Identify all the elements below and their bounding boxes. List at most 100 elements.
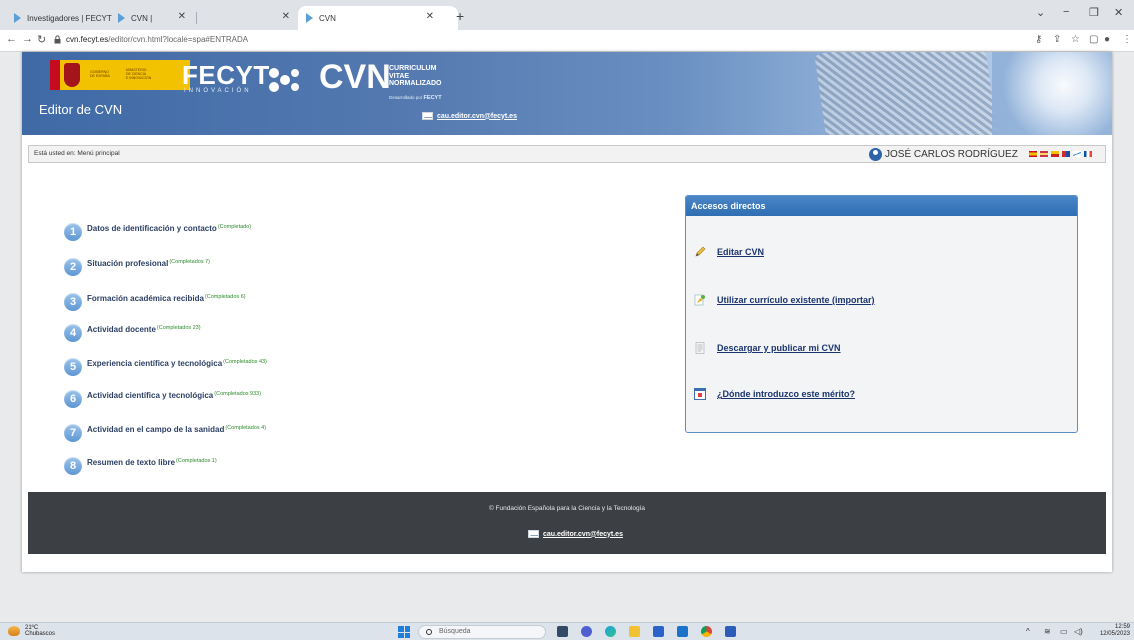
cvn-sub-line: CURRICULUM xyxy=(389,65,437,72)
number-4-icon: 4 xyxy=(64,324,82,342)
url-domain: cvn.fecyt.es xyxy=(66,35,109,44)
import-icon xyxy=(694,294,705,306)
user-avatar-icon xyxy=(869,148,882,161)
windows-start-icon[interactable] xyxy=(398,626,410,638)
menu-item-label[interactable]: Actividad en el campo de la sanidad xyxy=(87,425,224,434)
maximize-icon[interactable]: ❐ xyxy=(1089,6,1099,19)
cvn-sub-line: NORMALIZADO xyxy=(389,80,442,87)
file-explorer-icon[interactable] xyxy=(629,626,640,637)
fecyt-mark-icon xyxy=(269,68,299,92)
network-icon[interactable]: ≋ xyxy=(1044,627,1051,636)
browser-tab-bar: Investigadores | FECYT ✕ CVN | ✕ CVN ✕ +… xyxy=(0,0,1134,30)
number-8-icon: 8 xyxy=(64,457,82,475)
menu-item-status: (Completados 933) xyxy=(214,391,262,397)
language-selector xyxy=(1029,151,1092,157)
browser-tab-cvn-active[interactable]: CVN ✕ xyxy=(298,6,458,30)
menu-item-label[interactable]: Formación académica recibida xyxy=(87,294,204,303)
menu-item-label[interactable]: Actividad científica y tecnológica xyxy=(87,391,213,400)
menu-item-label[interactable]: Resumen de texto libre xyxy=(87,458,175,467)
editar-cvn-link[interactable]: Editar CVN xyxy=(694,246,764,258)
menu-item-docente[interactable]: 4 Actividad docente (Completados 23) xyxy=(64,320,201,342)
volume-icon[interactable]: ◁) xyxy=(1074,627,1083,636)
minimize-icon[interactable]: − xyxy=(1063,6,1069,18)
number-3-icon: 3 xyxy=(64,293,82,311)
cvn-logo: CVN xyxy=(319,58,391,96)
teams-icon[interactable] xyxy=(581,626,592,637)
flag-gl-icon[interactable] xyxy=(1073,151,1081,157)
link-label: Utilizar currículo existente (importar) xyxy=(717,295,875,305)
browser-tab-cvn-1[interactable]: CVN | ✕ xyxy=(110,6,300,30)
menu-item-status: (Completados 7) xyxy=(169,259,211,265)
display-icon[interactable]: ▭ xyxy=(1060,627,1068,636)
mail-icon xyxy=(422,112,433,120)
mail-app-icon[interactable] xyxy=(677,626,688,637)
header-email-text: cau.editor.cvn@fecyt.es xyxy=(437,112,517,120)
system-clock[interactable]: 12:59 12/05/2023 xyxy=(1094,624,1130,638)
menu-item-label[interactable]: Datos de identificación y contacto xyxy=(87,224,217,233)
task-view-icon[interactable] xyxy=(557,626,568,637)
accesos-directos-panel: Accesos directos Editar CVN Utilizar cur… xyxy=(685,195,1078,433)
footer-email-link[interactable]: cau.editor.cvn@fecyt.es xyxy=(528,530,623,538)
chrome-icon[interactable] xyxy=(701,626,712,637)
star-icon[interactable]: ☆ xyxy=(1071,34,1080,45)
menu-item-label[interactable]: Situación profesional xyxy=(87,259,168,268)
menu-item-resumen[interactable]: 8 Resumen de texto libre (Completados 1) xyxy=(64,453,217,475)
menu-kebab-icon[interactable]: ⋮ xyxy=(1122,34,1132,45)
menu-item-actividad-cientifica[interactable]: 6 Actividad científica y tecnológica (Co… xyxy=(64,386,262,408)
word-icon[interactable] xyxy=(725,626,736,637)
header-email-link[interactable]: cau.editor.cvn@fecyt.es xyxy=(422,112,517,120)
back-icon[interactable]: ← xyxy=(6,33,17,45)
tab-favicon-icon xyxy=(14,13,21,23)
clock-date: 12/05/2023 xyxy=(1099,631,1130,637)
share-icon[interactable]: ⇪ xyxy=(1053,34,1061,45)
close-tab-icon[interactable]: ✕ xyxy=(282,11,290,22)
number-2-icon: 2 xyxy=(64,258,82,276)
coat-of-arms-icon xyxy=(64,63,80,87)
number-6-icon: 6 xyxy=(64,390,82,408)
menu-item-situacion[interactable]: 2 Situación profesional (Completados 7) xyxy=(64,254,211,276)
copyright-text: © Fundación Española para la Ciencia y l… xyxy=(488,505,646,512)
new-tab-icon[interactable]: + xyxy=(456,8,464,24)
importar-cv-link[interactable]: Utilizar currículo existente (importar) xyxy=(694,294,875,306)
menu-item-status: (Completado) xyxy=(217,224,252,230)
menu-item-label[interactable]: Experiencia científica y tecnológica xyxy=(87,359,222,368)
gov-text: GOBIERNO DE ESPAÑA xyxy=(90,70,110,78)
panel-title: Accesos directos xyxy=(686,196,1077,216)
sidepanel-icon[interactable]: ▢ xyxy=(1089,34,1098,45)
user-menu[interactable]: JOSÉ CARLOS RODRÍGUEZ xyxy=(869,148,1018,161)
flag-es-icon[interactable] xyxy=(1029,151,1037,157)
tab-search-icon[interactable]: ⌄ xyxy=(1036,6,1045,19)
link-label: ¿Dónde introduzco este mérito? xyxy=(717,389,856,399)
key-icon[interactable]: ⚷ xyxy=(1035,34,1042,45)
flag-eu-icon[interactable] xyxy=(1051,151,1059,157)
flag-ca-icon[interactable] xyxy=(1040,151,1048,157)
page-container: GOBIERNO DE ESPAÑA MINISTERIO DE CIENCIA… xyxy=(22,52,1112,572)
descargar-cvn-link[interactable]: Descargar y publicar mi CVN xyxy=(694,342,841,354)
url-field[interactable]: cvn.fecyt.es/editor/cvn.html?locale=spa#… xyxy=(66,35,248,44)
clock-time: 12:59 xyxy=(1114,624,1130,630)
donde-merito-link[interactable]: ¿Dónde introduzco este mérito? xyxy=(694,388,855,400)
flag-gb-icon[interactable] xyxy=(1062,151,1070,157)
menu-item-identificacion[interactable]: 1 Datos de identificación y contacto (Co… xyxy=(64,219,252,241)
weather-widget[interactable]: 21ºC Chubascos xyxy=(8,625,55,637)
number-5-icon: 5 xyxy=(64,358,82,376)
number-1-icon: 1 xyxy=(64,223,82,241)
menu-item-label[interactable]: Actividad docente xyxy=(87,325,156,334)
tray-chevron-icon[interactable]: ^ xyxy=(1026,627,1030,636)
document-icon xyxy=(695,342,705,354)
menu-item-experiencia[interactable]: 5 Experiencia científica y tecnológica (… xyxy=(64,354,267,376)
menu-item-status: (Completados 4) xyxy=(225,425,267,431)
menu-item-sanidad[interactable]: 7 Actividad en el campo de la sanidad (C… xyxy=(64,420,267,442)
forward-icon[interactable]: → xyxy=(22,33,33,45)
cvn-developed-by: Desarrollado por FECYT xyxy=(389,95,442,101)
close-window-icon[interactable]: ✕ xyxy=(1114,6,1123,19)
close-tab-icon[interactable]: ✕ xyxy=(426,11,434,22)
store-icon[interactable] xyxy=(653,626,664,637)
edge-icon[interactable] xyxy=(605,626,616,637)
taskbar-search-input[interactable]: Búsqueda xyxy=(418,625,546,639)
reload-icon[interactable]: ↻ xyxy=(37,33,46,46)
extension-icon[interactable]: ● xyxy=(1104,34,1110,45)
menu-item-formacion[interactable]: 3 Formación académica recibida (Completa… xyxy=(64,289,246,311)
cvn-subtitle: CURRICULUM VITAE NORMALIZADO xyxy=(389,65,442,88)
flag-fr-icon[interactable] xyxy=(1084,151,1092,157)
